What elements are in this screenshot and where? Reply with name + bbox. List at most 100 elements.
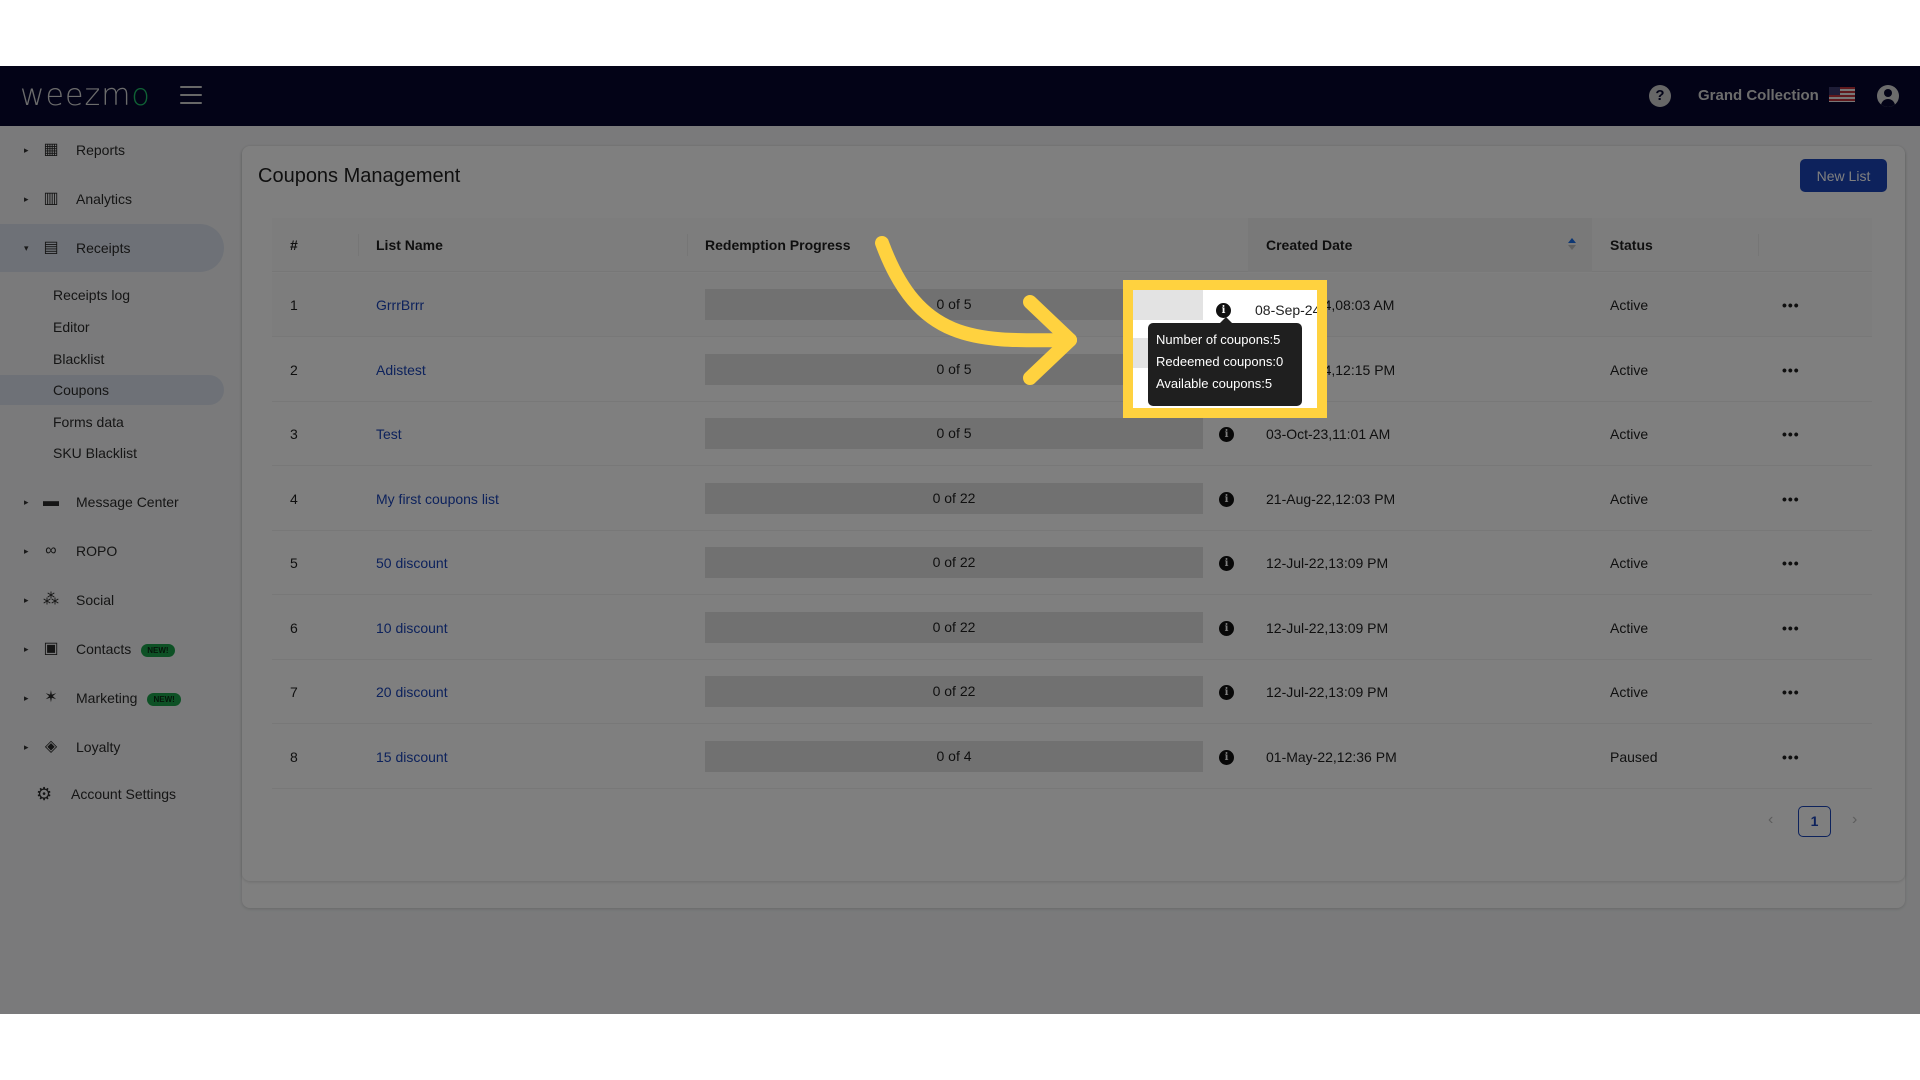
weezmo-logo[interactable]: weezmo [20,78,151,113]
progress-text: 0 of 22 [932,554,976,570]
created-date: 01-May-22,12:36 PM [1266,748,1397,765]
info-icon[interactable]: i [1219,491,1234,507]
sidebar-item-label: Loyalty [76,739,121,755]
list-name-link[interactable]: GrrrBrrr [376,273,424,337]
list-name-link[interactable]: 15 discount [376,725,448,789]
people-icon: ⁂ [43,591,59,608]
sidebar-subitem-coupons[interactable]: Coupons [0,375,224,405]
top-navbar: weezmo ? Grand Collection [0,66,1920,126]
row-actions-menu-icon[interactable]: ••• [1782,467,1800,531]
info-icon[interactable]: i [1219,427,1234,442]
sidebar-item-analytics[interactable]: ▸ ▥ Analytics [0,175,224,223]
redemption-progress-bar: 0 of 4 [705,740,1203,772]
sidebar-subitem-receipts-log[interactable]: Receipts log [0,280,224,310]
sidebar-item-label: Marketing NEW! [76,690,181,706]
created-date: 12-Jul-22,13:09 PM [1266,555,1389,571]
sidebar-subitem-sku-blacklist[interactable]: SKU Blacklist [0,438,224,468]
status-text: Active [1610,684,1649,700]
sidebar-item-account-settings[interactable]: ⚙ Account Settings [0,774,224,814]
sidebar-item-loyalty[interactable]: ▸ ◈ Loyalty [0,723,224,771]
row-actions-menu-icon[interactable]: ••• [1782,402,1800,466]
row-actions-menu-icon[interactable]: ••• [1782,660,1800,724]
status-text: Active [1610,619,1649,636]
row-index: 2 [290,361,298,378]
marketing-label: Marketing [76,690,138,706]
caret-right-icon: ▸ [24,545,29,556]
new-list-button[interactable]: New List [1800,159,1887,192]
sidebar-item-reports[interactable]: ▸ ▦ Reports [0,126,224,174]
sidebar-item-contacts[interactable]: ▸ ▣ Contacts NEW! [0,625,224,673]
redemption-progress-bar: 0 of 22 [705,547,1203,578]
sidebar-subitem-editor[interactable]: Editor [0,312,224,342]
status-text: Active [1610,555,1649,571]
status-text: Active [1610,361,1649,378]
info-icon[interactable]: i [1216,303,1231,318]
bar-chart-icon: ▥ [43,190,59,207]
subitem-label: SKU Blacklist [53,445,138,461]
created-date-fragment: 08-Sep-24,08:03 AM [1255,302,1325,318]
table-row: 6 10 discount 0 of 22 i 12-Jul-22,13:09 PM Ac… [272,596,1872,660]
row-actions-menu-icon[interactable]: ••• [1782,725,1800,789]
info-icon[interactable]: i [1219,556,1234,571]
coupon-info-tooltip: Number of coupons:5 Redeemed coupons:0 A… [1148,317,1302,406]
list-name-link[interactable]: Test [376,402,402,466]
organization-name[interactable]: Grand Collection [1698,87,1819,104]
redemption-progress-bar: 0 of 22 [705,482,1203,514]
table-row: 3 Test 0 of 5 i 03-Oct-23,11:01 AM Active ••• [272,402,1872,466]
sidebar: ▸ ▦ Reports ▸ ▥ Analytics ▾ ▤ Receipts R… [0,126,236,1014]
status-text: Paused [1610,748,1658,765]
created-date: 12-Jul-22,13:09 PM [1266,619,1389,636]
table-row: 2Adistest0 of 5i03-Sep-24,12:15 PMActive… [272,338,1872,402]
progress-bar-fragment [1133,290,1203,320]
progress-text: 0 of 22 [932,683,976,699]
us-flag-icon[interactable] [1829,87,1855,102]
hamburger-menu-icon[interactable] [180,86,202,104]
list-name-link[interactable]: Adistest [376,338,426,402]
user-account-icon[interactable] [1877,85,1899,107]
pagination-prev[interactable]: ‹ [1768,811,1773,829]
tag-icon: ◈ [44,738,58,755]
table-row: 7 20 discount 0 of 22 i 12-Jul-22,13:09 PM Ac… [272,660,1872,724]
help-icon[interactable]: ? [1649,85,1671,107]
list-name-link[interactable]: 50 discount [376,531,448,595]
sidebar-item-ropo[interactable]: ▸ ∞ ROPO [0,527,224,575]
sort-icon[interactable] [1568,238,1576,252]
list-name-link[interactable]: My first coupons list [376,467,499,531]
row-index: 3 [290,426,298,442]
column-header-status: Status [1610,237,1653,253]
sidebar-item-receipts[interactable]: ▾ ▤ Receipts [0,224,224,272]
contacts-icon: ▣ [43,640,59,657]
progress-text: 0 of 4 [936,747,972,764]
row-actions-menu-icon[interactable]: ••• [1782,338,1800,402]
party-popper-icon: ✶ [44,689,58,706]
sidebar-item-social[interactable]: ▸ ⁂ Social [0,576,224,624]
sidebar-item-message-center[interactable]: ▸ ▬ Message Center [0,478,224,526]
info-icon[interactable]: i [1219,620,1234,636]
receipt-icon: ▤ [43,239,59,256]
row-actions-menu-icon[interactable]: ••• [1782,531,1800,595]
column-header-created-date[interactable]: Created Date [1248,218,1592,272]
info-icon[interactable]: i [1219,749,1234,765]
list-name-link[interactable]: 20 discount [376,660,448,724]
sidebar-item-label: Receipts [76,240,131,256]
gear-icon: ⚙ [36,783,53,804]
sidebar-item-marketing[interactable]: ▸ ✶ Marketing NEW! [0,674,224,722]
row-index: 5 [290,555,298,571]
created-date: 12-Jul-22,13:09 PM [1266,684,1389,700]
row-actions-menu-icon[interactable]: ••• [1782,596,1800,660]
column-header-index: # [290,237,298,253]
subitem-label: Coupons [53,382,110,398]
table-header: # List Name Redemption Progress Created … [272,218,1872,272]
table-row: 4 My first coupons list 0 of 22 i 21-Aug-22,… [272,467,1872,531]
list-name-link[interactable]: 10 discount [376,596,448,660]
sidebar-subitem-blacklist[interactable]: Blacklist [0,344,224,374]
row-actions-menu-icon[interactable]: ••• [1782,273,1800,337]
pagination-next[interactable]: › [1852,811,1857,829]
info-icon[interactable]: i [1219,685,1234,700]
sidebar-subitem-forms-data[interactable]: Forms data [0,407,224,437]
pagination-page-1[interactable]: 1 [1798,806,1831,837]
table-row: 8 15 discount 0 of 4 i 01-May-22,12:36 PM Pau… [272,725,1872,789]
caret-right-icon: ▸ [24,496,29,507]
created-date: 21-Aug-22,12:03 PM [1266,490,1396,507]
column-header-list-name[interactable]: List Name [358,218,687,272]
